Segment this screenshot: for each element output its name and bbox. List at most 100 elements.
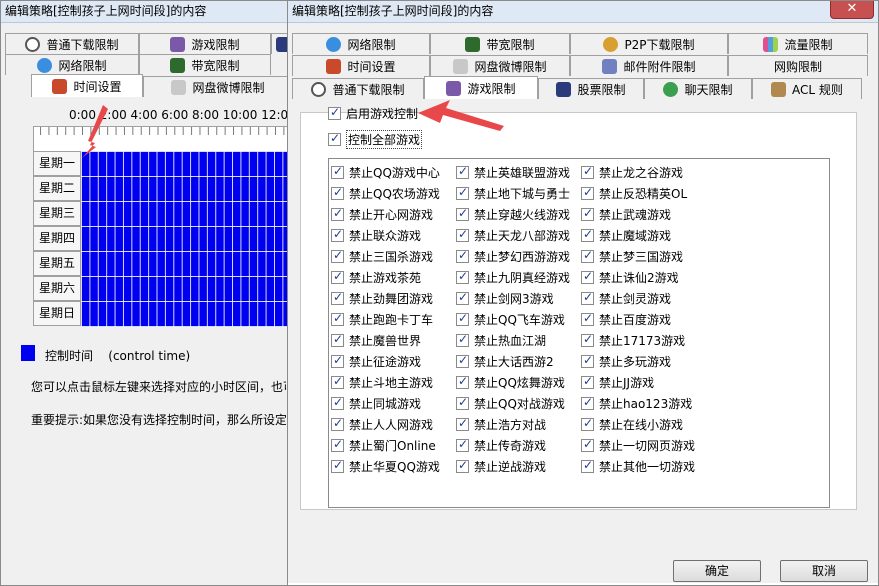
tab-normal-download[interactable]: 普通下载限制	[5, 33, 139, 54]
game-item[interactable]: 禁止三国杀游戏	[331, 248, 433, 265]
checkbox-checked[interactable]	[456, 416, 469, 431]
tab-bandwidth[interactable]: 带宽限制	[430, 33, 570, 54]
game-item[interactable]: 禁止穿越火线游戏	[456, 206, 570, 223]
checkbox-checked[interactable]	[331, 290, 344, 305]
checkbox-checked[interactable]	[328, 105, 341, 120]
tab-network[interactable]: 网络限制	[292, 33, 430, 54]
game-item[interactable]: 禁止逆战游戏	[456, 458, 546, 475]
checkbox-checked[interactable]	[456, 164, 469, 179]
checkbox-checked[interactable]	[581, 269, 594, 284]
tab-network[interactable]: 网络限制	[5, 54, 139, 75]
game-item[interactable]: 禁止人人网游戏	[331, 416, 433, 433]
checkbox-checked[interactable]	[331, 374, 344, 389]
tab-mail-attachment[interactable]: 邮件附件限制	[570, 55, 728, 76]
tab-bandwidth[interactable]: 带宽限制	[139, 54, 271, 75]
checkbox-checked[interactable]	[456, 185, 469, 200]
game-item[interactable]: 禁止开心网游戏	[331, 206, 433, 223]
checkbox-checked[interactable]	[456, 353, 469, 368]
control-all-games[interactable]: 控制全部游戏	[328, 130, 423, 149]
game-item[interactable]: 禁止hao123游戏	[581, 395, 692, 412]
checkbox-checked[interactable]	[331, 395, 344, 410]
checkbox-checked[interactable]	[581, 458, 594, 473]
time-grid[interactable]	[81, 151, 291, 327]
checkbox-checked[interactable]	[581, 416, 594, 431]
game-item[interactable]: 禁止QQ飞车游戏	[456, 311, 565, 328]
game-item[interactable]: 禁止华夏QQ游戏	[331, 458, 440, 475]
game-item[interactable]: 禁止其他一切游戏	[581, 458, 695, 475]
checkbox-checked[interactable]	[581, 332, 594, 347]
game-item[interactable]: 禁止17173游戏	[581, 332, 685, 349]
tab-stock[interactable]: 股票限制	[538, 78, 644, 99]
tab-netdisk[interactable]: 网盘微博限制	[430, 55, 570, 76]
game-item[interactable]: 禁止在线小游戏	[581, 416, 683, 433]
checkbox-checked[interactable]	[581, 353, 594, 368]
game-item[interactable]: 禁止联众游戏	[331, 227, 421, 244]
tab-acl[interactable]: ACL 规则	[752, 78, 862, 99]
tab-p2p[interactable]: P2P下载限制	[570, 33, 728, 54]
game-item[interactable]: 禁止百度游戏	[581, 311, 671, 328]
close-button[interactable]: ✕	[830, 1, 874, 19]
checkbox-checked[interactable]	[331, 416, 344, 431]
checkbox-checked[interactable]	[581, 248, 594, 263]
checkbox-checked[interactable]	[456, 248, 469, 263]
game-item[interactable]: 禁止梦三国游戏	[581, 248, 683, 265]
game-item[interactable]: 禁止魔域游戏	[581, 227, 671, 244]
game-item[interactable]: 禁止热血江湖	[456, 332, 546, 349]
game-item[interactable]: 禁止武魂游戏	[581, 206, 671, 223]
checkbox-checked[interactable]	[331, 185, 344, 200]
checkbox-checked[interactable]	[581, 185, 594, 200]
checkbox-checked[interactable]	[456, 437, 469, 452]
game-item[interactable]: 禁止劲舞团游戏	[331, 290, 433, 307]
game-item[interactable]: 禁止地下城与勇士	[456, 185, 570, 202]
checkbox-checked[interactable]	[456, 458, 469, 473]
checkbox-checked[interactable]	[581, 290, 594, 305]
checkbox-checked[interactable]	[456, 290, 469, 305]
checkbox-checked[interactable]	[581, 437, 594, 452]
game-item[interactable]: 禁止同城游戏	[331, 395, 421, 412]
game-item[interactable]: 禁止魔兽世界	[331, 332, 421, 349]
checkbox-checked[interactable]	[581, 374, 594, 389]
checkbox-checked[interactable]	[331, 437, 344, 452]
enable-game-control[interactable]: 启用游戏控制	[328, 105, 418, 122]
checkbox-checked[interactable]	[331, 353, 344, 368]
tab-game[interactable]: 游戏限制	[139, 33, 271, 54]
game-item[interactable]: 禁止QQ炫舞游戏	[456, 374, 565, 391]
game-item[interactable]: 禁止传奇游戏	[456, 437, 546, 454]
checkbox-checked[interactable]	[331, 164, 344, 179]
checkbox-checked[interactable]	[328, 131, 341, 146]
game-item[interactable]: 禁止九阴真经游戏	[456, 269, 570, 286]
tab-time-settings[interactable]: 时间设置	[31, 74, 143, 97]
game-item[interactable]: 禁止梦幻西游游戏	[456, 248, 570, 265]
checkbox-checked[interactable]	[581, 164, 594, 179]
game-item[interactable]: 禁止QQ游戏中心	[331, 164, 440, 181]
game-item[interactable]: 禁止游戏茶苑	[331, 269, 421, 286]
checkbox-checked[interactable]	[581, 227, 594, 242]
checkbox-checked[interactable]	[456, 206, 469, 221]
tab-chat[interactable]: 聊天限制	[644, 78, 752, 99]
game-item[interactable]: 禁止大话西游2	[456, 353, 554, 370]
game-item[interactable]: 禁止剑灵游戏	[581, 290, 671, 307]
checkbox-checked[interactable]	[456, 227, 469, 242]
checkbox-checked[interactable]	[581, 206, 594, 221]
checkbox-checked[interactable]	[456, 269, 469, 284]
checkbox-checked[interactable]	[456, 311, 469, 326]
checkbox-checked[interactable]	[456, 374, 469, 389]
game-item[interactable]: 禁止一切网页游戏	[581, 437, 695, 454]
checkbox-checked[interactable]	[331, 269, 344, 284]
game-item[interactable]: 禁止英雄联盟游戏	[456, 164, 570, 181]
game-item[interactable]: 禁止反恐精英OL	[581, 185, 687, 202]
game-item[interactable]: 禁止天龙八部游戏	[456, 227, 570, 244]
checkbox-checked[interactable]	[581, 395, 594, 410]
game-item[interactable]: 禁止斗地主游戏	[331, 374, 433, 391]
tab-normal-download[interactable]: 普通下载限制	[292, 78, 424, 99]
tab-time-settings[interactable]: 时间设置	[292, 55, 430, 76]
game-item[interactable]: 禁止跑跑卡丁车	[331, 311, 433, 328]
checkbox-checked[interactable]	[581, 311, 594, 326]
game-item[interactable]: 禁止诛仙2游戏	[581, 269, 679, 286]
game-item[interactable]: 禁止蜀门Online	[331, 437, 436, 454]
tab-netdisk[interactable]: 网盘微博限制	[143, 76, 293, 97]
checkbox-checked[interactable]	[331, 248, 344, 263]
game-item[interactable]: 禁止龙之谷游戏	[581, 164, 683, 181]
game-item[interactable]: 禁止多玩游戏	[581, 353, 671, 370]
tab-game[interactable]: 游戏限制	[424, 76, 538, 99]
